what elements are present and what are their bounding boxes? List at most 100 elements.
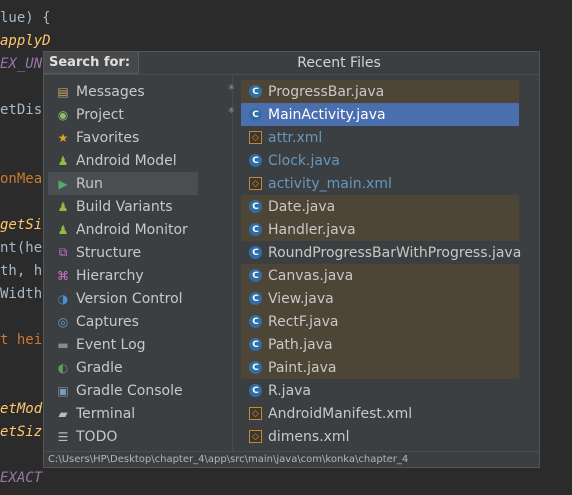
tool-window-item[interactable]: ◑ Version Control (48, 287, 198, 310)
java-class-icon: C (249, 269, 262, 282)
recent-file-item[interactable]: C Paint.java (241, 356, 519, 379)
tool-window-item[interactable]: ▣ Gradle Console (48, 379, 198, 402)
file-name: AndroidManifest.xml (268, 405, 413, 422)
tool-window-label: Hierarchy (76, 267, 144, 284)
tool-window-item[interactable]: ▰ Terminal (48, 402, 198, 425)
file-name: Path.java (268, 336, 333, 353)
recent-file-item[interactable]: C RectF.java (241, 310, 519, 333)
xml-file-icon: ◇ (249, 430, 262, 443)
file-name: Handler.java (268, 221, 356, 238)
tool-window-label: Android Monitor (76, 221, 188, 238)
java-class-icon: C (249, 338, 262, 351)
android-icon: ♟ (57, 199, 69, 214)
code-line: applyDimension( (0, 33, 50, 49)
android-icon: ♟ (57, 222, 69, 237)
xml-file-icon: ◇ (249, 131, 262, 144)
recent-files-list: * C ProgressBar.java * C MainActivity.java ◇ at… (228, 80, 522, 448)
tool-window-label: Terminal (76, 405, 136, 422)
tool-window-item[interactable]: ★ Favorites (48, 126, 198, 149)
java-class-icon: C (249, 384, 262, 397)
tool-window-item[interactable]: ◉ Project (48, 103, 198, 126)
tool-window-label: Captures (76, 313, 139, 330)
file-name: dimens.xml (268, 428, 350, 445)
tool-window-label: Run (76, 175, 103, 192)
tool-window-label: Project (76, 106, 124, 123)
tool-window-label: Favorites (76, 129, 140, 146)
search-for-label[interactable]: Search for: (44, 52, 139, 74)
file-name: RoundProgressBarWithProgress.java (268, 244, 522, 261)
recent-file-item[interactable]: C RoundProgressBarWithProgress.java (241, 241, 522, 264)
android-icon: ♟ (57, 153, 69, 168)
java-class-icon: C (249, 315, 262, 328)
bookmark-star-icon: * (228, 106, 235, 121)
tool-window-label: Gradle Console (76, 382, 183, 399)
tool-window-label: Gradle (76, 359, 123, 376)
java-class-icon: C (249, 108, 262, 121)
recent-file-item[interactable]: ◇ activity_main.xml (241, 172, 519, 195)
file-name: attr.xml (268, 129, 323, 146)
java-class-icon: C (249, 246, 262, 259)
file-path-bar: C:\Users\HP\Desktop\chapter_4\app\src\ma… (44, 451, 539, 467)
tool-window-label: Event Log (76, 336, 146, 353)
recent-file-item[interactable]: * C MainActivity.java (228, 103, 519, 126)
tool-window-label: Build Variants (76, 198, 173, 215)
file-name: Paint.java (268, 359, 337, 376)
recent-file-item[interactable]: ◇ attr.xml (241, 126, 519, 149)
tool-window-label: Version Control (76, 290, 183, 307)
event-log-icon: ▬ (57, 337, 69, 352)
tool-window-item[interactable]: ▬ Event Log (48, 333, 198, 356)
java-class-icon: C (249, 292, 262, 305)
todo-icon: ☰ (57, 429, 69, 444)
column-divider (232, 75, 233, 452)
manifest-file-icon: ◇ (249, 407, 262, 420)
tool-window-item[interactable]: ♟ Android Monitor (48, 218, 198, 241)
tool-window-item[interactable]: ♟ Android Model (48, 149, 198, 172)
tool-window-label: Structure (76, 244, 142, 261)
project-icon: ◉ (57, 107, 69, 122)
file-name: MainActivity.java (268, 106, 386, 123)
tool-window-item[interactable]: ☰ TODO (48, 425, 198, 448)
header-divider (44, 74, 539, 75)
recent-file-item[interactable]: C Date.java (241, 195, 519, 218)
messages-icon: ▤ (57, 84, 69, 99)
tool-window-item[interactable]: ⌘ Hierarchy (48, 264, 198, 287)
bookmark-star-icon: * (228, 83, 235, 98)
recent-file-item[interactable]: C Handler.java (241, 218, 519, 241)
tool-window-item[interactable]: ♟ Build Variants (48, 195, 198, 218)
tool-window-item[interactable]: ⧉ Structure (48, 241, 198, 264)
run-icon: ▶ (58, 176, 68, 191)
tool-window-label: Messages (76, 83, 145, 100)
java-class-icon: C (249, 85, 262, 98)
gradle-icon: ◐ (57, 360, 69, 375)
recent-file-item[interactable]: C View.java (241, 287, 519, 310)
code-line: lue) { (0, 10, 50, 26)
recent-file-item[interactable]: ◇ dimens.xml (241, 425, 519, 448)
tool-window-label: TODO (76, 428, 118, 445)
recent-file-item[interactable]: ◇ AndroidManifest.xml (241, 402, 519, 425)
file-name: activity_main.xml (268, 175, 392, 192)
file-name: ProgressBar.java (268, 83, 385, 100)
recent-file-item[interactable]: * C ProgressBar.java (228, 80, 519, 103)
recent-files-popup: Search for: Recent Files ▤ Messages ◉ Proje… (43, 51, 540, 468)
recent-file-item[interactable]: C Path.java (241, 333, 519, 356)
recent-file-item[interactable]: C R.java (241, 379, 519, 402)
tool-window-item[interactable]: ▶ Run (48, 172, 198, 195)
java-class-icon: C (249, 361, 262, 374)
tool-window-item[interactable]: ▤ Messages (48, 80, 198, 103)
file-name: Date.java (268, 198, 336, 215)
java-class-icon: C (249, 223, 262, 236)
gradle-console-icon: ▣ (57, 383, 69, 398)
structure-icon: ⧉ (58, 245, 68, 259)
tool-window-item[interactable]: ◎ Captures (48, 310, 198, 333)
file-name: R.java (268, 382, 312, 399)
recent-file-item[interactable]: C Canvas.java (241, 264, 519, 287)
recent-file-item[interactable]: C Clock.java (241, 149, 519, 172)
file-name: Clock.java (268, 152, 340, 169)
java-class-icon: C (249, 154, 262, 167)
tool-window-item[interactable]: ◐ Gradle (48, 356, 198, 379)
star-icon: ★ (57, 130, 69, 145)
tool-windows-list: ▤ Messages ◉ Project ★ Favorites ♟ Android Mode… (48, 80, 198, 448)
file-name: Canvas.java (268, 267, 354, 284)
xml-file-icon: ◇ (249, 177, 262, 190)
captures-icon: ◎ (57, 314, 69, 329)
